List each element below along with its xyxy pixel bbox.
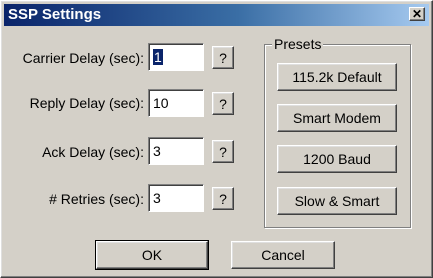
retries-label: # Retries (sec):: [49, 191, 144, 207]
carrier-delay-input[interactable]: 1: [148, 43, 204, 71]
ack-delay-value: 3: [153, 143, 161, 159]
preset-115k-default-button[interactable]: 115.2k Default: [277, 63, 397, 91]
preset-slow-smart-button[interactable]: Slow & Smart: [277, 187, 397, 215]
close-button[interactable]: ✕: [409, 7, 425, 21]
preset-smart-modem-button[interactable]: Smart Modem: [277, 104, 397, 132]
ack-delay-input[interactable]: 3: [148, 137, 204, 165]
ack-delay-label: Ack Delay (sec):: [42, 144, 144, 160]
cancel-button[interactable]: Cancel: [231, 241, 335, 269]
carrier-delay-label: Carrier Delay (sec):: [22, 50, 144, 66]
window-title: SSP Settings: [8, 6, 102, 23]
reply-delay-input[interactable]: 10: [148, 89, 204, 117]
ok-button[interactable]: OK: [95, 240, 209, 270]
reply-delay-label: Reply Delay (sec):: [29, 95, 144, 111]
presets-group-title: Presets: [272, 36, 324, 52]
ack-delay-help-button[interactable]: ?: [212, 140, 234, 163]
carrier-delay-value: 1: [153, 49, 163, 65]
carrier-delay-help-button[interactable]: ?: [212, 46, 234, 69]
title-bar[interactable]: SSP Settings ✕: [4, 4, 429, 26]
reply-delay-value: 10: [153, 95, 169, 111]
preset-1200-baud-button[interactable]: 1200 Baud: [277, 145, 397, 173]
retries-value: 3: [153, 190, 161, 206]
reply-delay-help-button[interactable]: ?: [212, 92, 234, 115]
retries-input[interactable]: 3: [148, 184, 204, 212]
retries-help-button[interactable]: ?: [212, 187, 234, 210]
close-icon: ✕: [411, 7, 423, 21]
